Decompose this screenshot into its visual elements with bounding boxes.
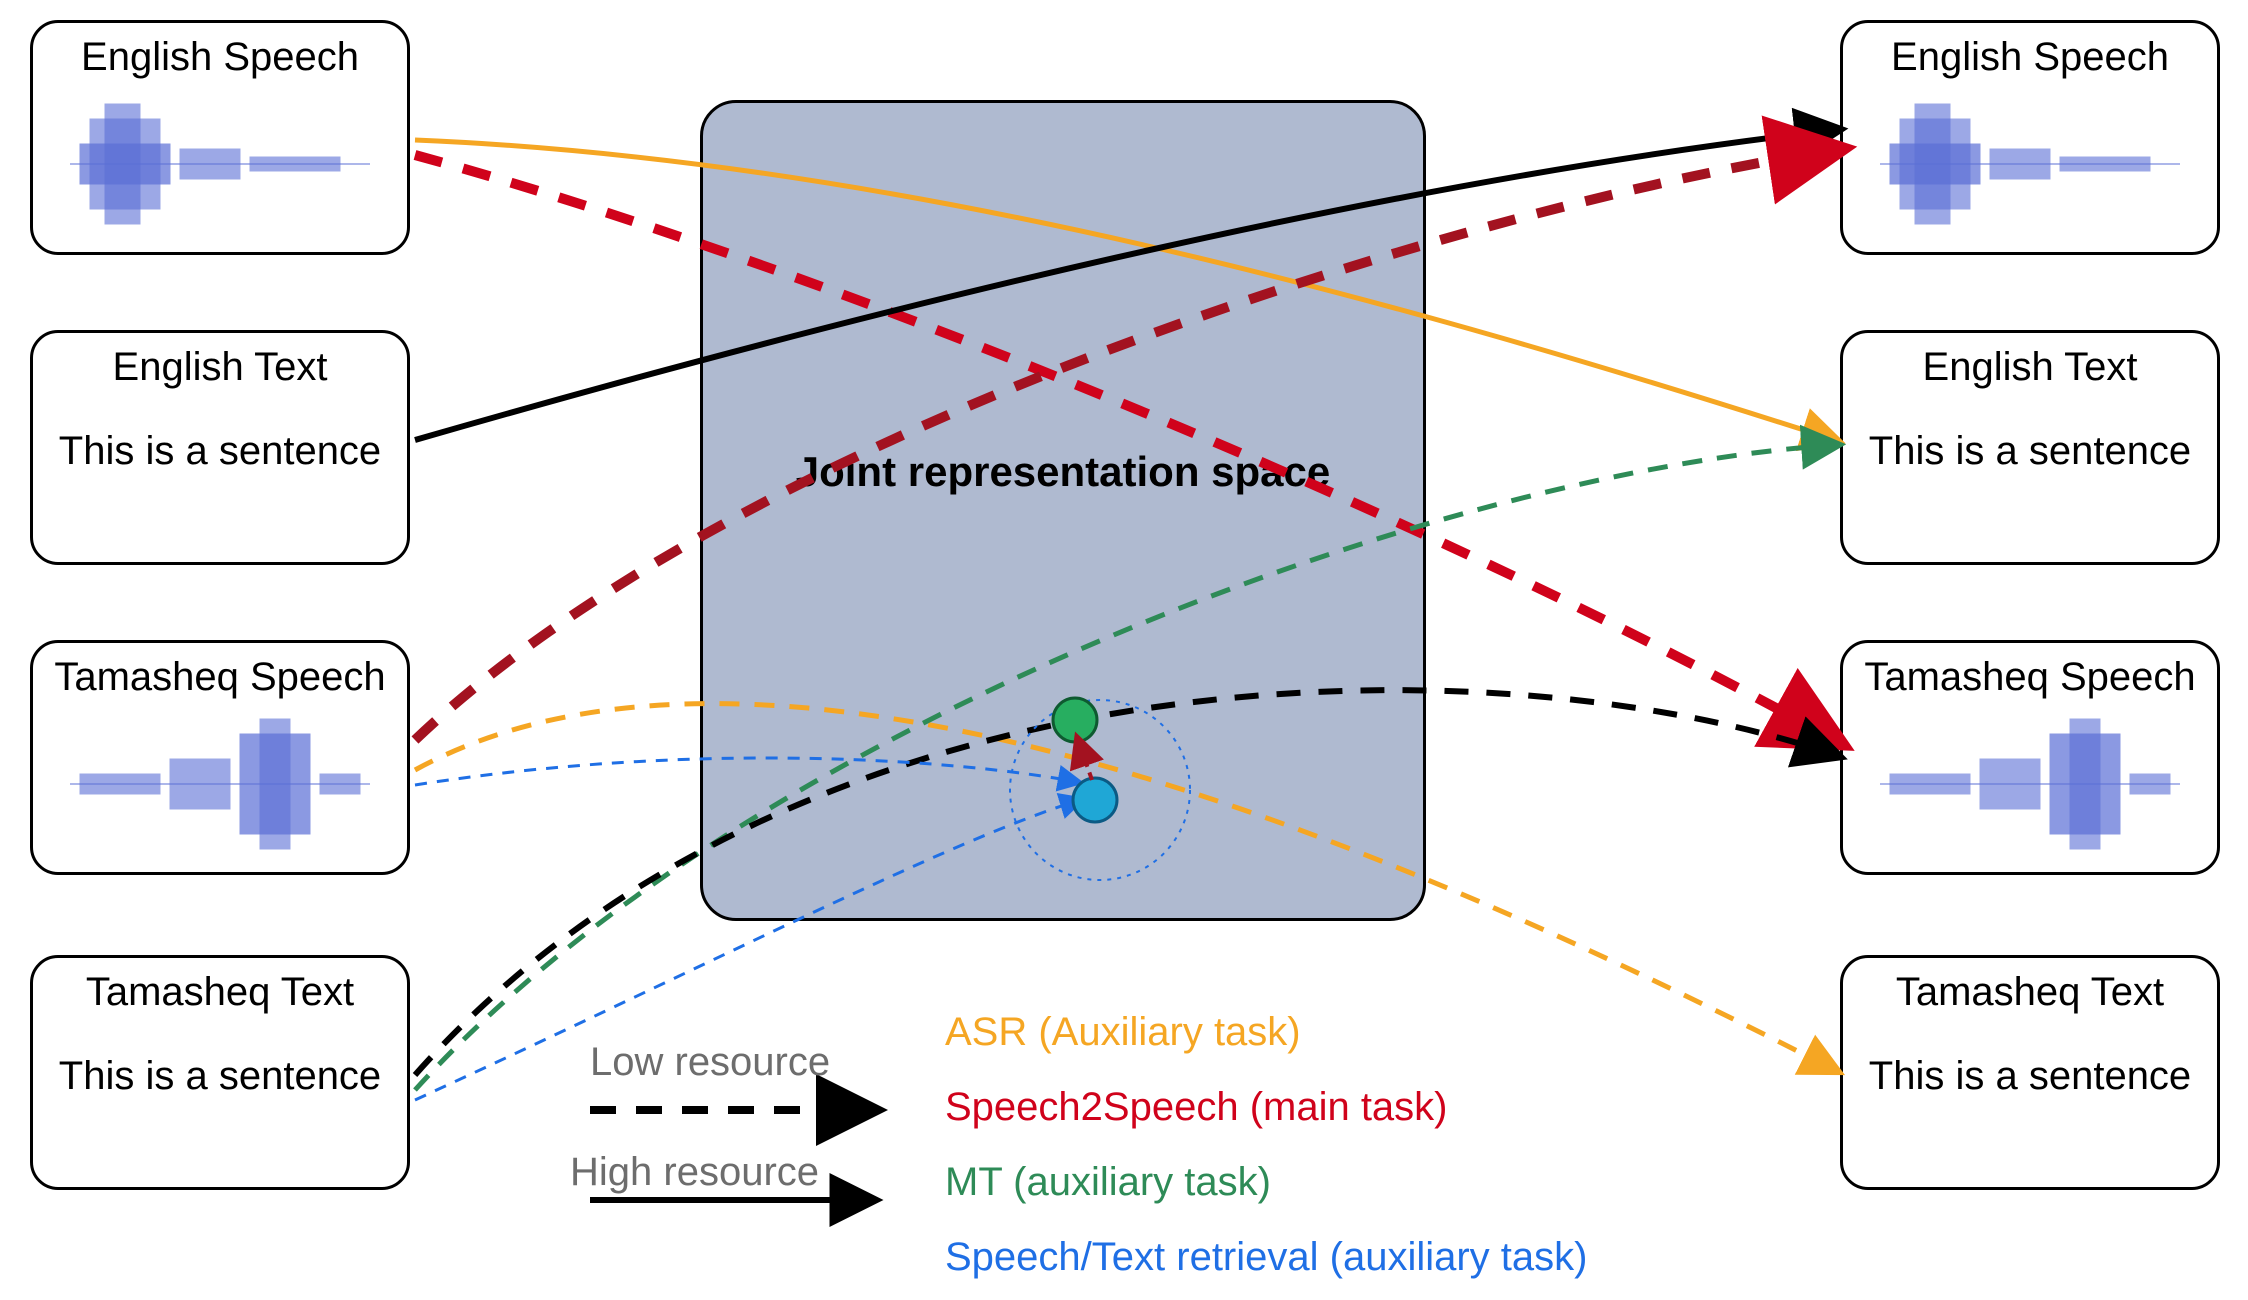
right-tamasheq-text-label: Tamasheq Text bbox=[1896, 970, 2164, 1014]
left-english-text-label: English Text bbox=[113, 345, 328, 389]
left-tamasheq-speech-label: Tamasheq Speech bbox=[54, 655, 385, 699]
left-tamasheq-text-label: Tamasheq Text bbox=[86, 970, 354, 1014]
waveform-icon bbox=[1860, 709, 2200, 859]
left-tamasheq-text-box: Tamasheq Text This is a sentence bbox=[30, 955, 410, 1190]
legend-retrieval: Speech/Text retrieval (auxiliary task) bbox=[945, 1235, 1587, 1280]
waveform-icon bbox=[50, 89, 390, 239]
right-english-text-label: English Text bbox=[1923, 345, 2138, 389]
legend-speech2speech: Speech2Speech (main task) bbox=[945, 1085, 1448, 1130]
right-tamasheq-speech-box: Tamasheq Speech bbox=[1840, 640, 2220, 875]
right-tamasheq-text-example: This is a sentence bbox=[1869, 1054, 2191, 1099]
legend-low-resource: Low resource bbox=[590, 1040, 830, 1085]
right-english-speech-label: English Speech bbox=[1891, 35, 2169, 79]
right-tamasheq-text-box: Tamasheq Text This is a sentence bbox=[1840, 955, 2220, 1190]
left-english-text-box: English Text This is a sentence bbox=[30, 330, 410, 565]
left-tamasheq-text-example: This is a sentence bbox=[59, 1054, 381, 1099]
left-english-text-example: This is a sentence bbox=[59, 429, 381, 474]
right-tamasheq-speech-label: Tamasheq Speech bbox=[1864, 655, 2195, 699]
legend-asr: ASR (Auxiliary task) bbox=[945, 1010, 1301, 1055]
joint-representation-space: Joint representation space bbox=[700, 100, 1426, 921]
waveform-icon bbox=[1860, 89, 2200, 239]
right-english-text-box: English Text This is a sentence bbox=[1840, 330, 2220, 565]
legend-high-resource: High resource bbox=[570, 1150, 819, 1195]
right-english-speech-box: English Speech bbox=[1840, 20, 2220, 255]
joint-space-label: Joint representation space bbox=[703, 448, 1423, 496]
waveform-icon bbox=[50, 709, 390, 859]
legend-mt: MT (auxiliary task) bbox=[945, 1160, 1271, 1205]
left-english-speech-box: English Speech bbox=[30, 20, 410, 255]
left-tamasheq-speech-box: Tamasheq Speech bbox=[30, 640, 410, 875]
right-english-text-example: This is a sentence bbox=[1869, 429, 2191, 474]
left-english-speech-label: English Speech bbox=[81, 35, 359, 79]
